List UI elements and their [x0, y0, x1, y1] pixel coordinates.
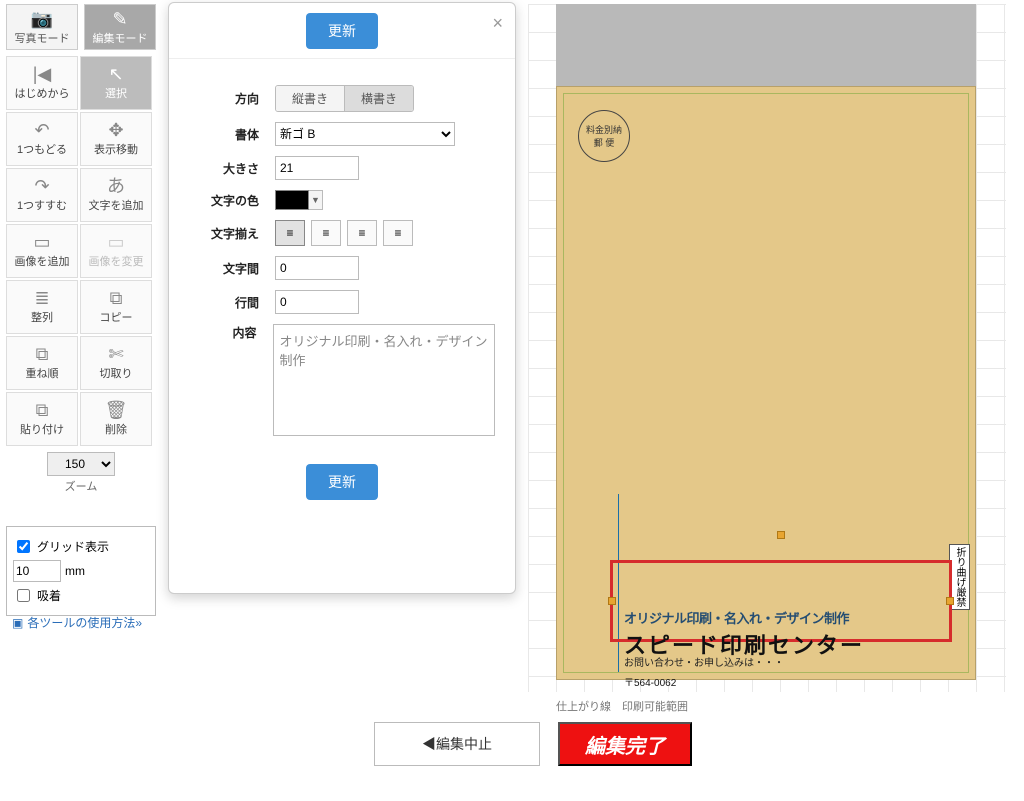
- color-label: 文字の色: [189, 192, 259, 209]
- left-toolbar: |◀はじめから ↖選択 ↶1つもどる ✥表示移動 ↷1つすすむ あ文字を追加 ▭…: [6, 56, 156, 494]
- zoom-select[interactable]: 150: [47, 452, 115, 476]
- update-button-bottom[interactable]: 更新: [306, 464, 378, 500]
- grid-toggle-label: グリッド表示: [37, 538, 109, 555]
- book-icon: ▣: [12, 616, 23, 630]
- tool-copy[interactable]: ⧉コピー: [80, 280, 152, 334]
- restart-icon: |◀: [33, 65, 52, 83]
- font-label: 書体: [189, 126, 259, 143]
- vertical-writing-button[interactable]: 縦書き: [276, 86, 345, 111]
- tool-restart[interactable]: |◀はじめから: [6, 56, 78, 110]
- align-icon: ≣: [34, 289, 49, 307]
- tool-align[interactable]: ≣整列: [6, 280, 78, 334]
- letter-spacing-input[interactable]: [275, 256, 359, 280]
- layer-icon: ⧉: [36, 345, 49, 363]
- tool-paste[interactable]: ⧉貼り付け: [6, 392, 78, 446]
- move-icon: ✥: [108, 121, 123, 139]
- snap-toggle-label: 吸着: [37, 587, 61, 604]
- canvas-footnote: 仕上がり線 印刷可能範囲: [556, 698, 688, 714]
- grid-size-input[interactable]: [13, 560, 61, 582]
- horizontal-writing-button[interactable]: 横書き: [345, 86, 413, 111]
- tool-undo[interactable]: ↶1つもどる: [6, 112, 78, 166]
- align-left-button[interactable]: ≡: [275, 220, 305, 246]
- letter-spacing-label: 文字間: [189, 260, 259, 277]
- edit-mode-tab[interactable]: ✎ 編集モード: [84, 4, 156, 50]
- tool-add-text[interactable]: あ文字を追加: [80, 168, 152, 222]
- line-spacing-label: 行間: [189, 294, 259, 311]
- snap-toggle[interactable]: [17, 589, 30, 602]
- chevron-down-icon[interactable]: ▼: [309, 190, 323, 210]
- text-icon: あ: [107, 177, 125, 195]
- tool-delete[interactable]: 🗑削除: [80, 392, 152, 446]
- camera-icon: 📷: [31, 9, 53, 30]
- photo-mode-label: 写真モード: [15, 30, 70, 46]
- paste-icon: ⧉: [36, 401, 49, 419]
- image-swap-icon: ▭: [107, 233, 124, 251]
- envelope-note-text[interactable]: お問い合わせ・お申し込みは・・・: [624, 654, 784, 669]
- rotate-handle[interactable]: [777, 531, 785, 539]
- font-select[interactable]: 新ゴ B: [275, 122, 455, 146]
- tool-add-image[interactable]: ▭画像を追加: [6, 224, 78, 278]
- postage-stamp[interactable]: 料金別納 郵 便: [578, 110, 630, 162]
- align-label: 文字揃え: [189, 225, 259, 242]
- color-swatch[interactable]: [275, 190, 309, 210]
- display-options: グリッド表示 mm 吸着: [6, 526, 156, 616]
- size-input[interactable]: [275, 156, 359, 180]
- content-textarea[interactable]: [273, 324, 495, 436]
- design-canvas[interactable]: 料金別納 郵 便 折り曲げ厳禁 オリジナル印刷・名入れ・デザイン制作 スピード印…: [528, 4, 1006, 692]
- text-properties-panel: 更新 × 方向 縦書き 横書き 書体 新ゴ B 大きさ 文字の色 ▼ 文字揃え …: [168, 2, 516, 594]
- undo-icon: ↶: [34, 121, 49, 139]
- tool-change-image[interactable]: ▭画像を変更: [80, 224, 152, 278]
- tool-pan[interactable]: ✥表示移動: [80, 112, 152, 166]
- complete-edit-button[interactable]: 編集完了: [558, 722, 692, 766]
- grid-unit-label: mm: [65, 564, 85, 578]
- size-label: 大きさ: [189, 160, 259, 177]
- help-link[interactable]: ▣各ツールの使用方法»: [12, 614, 142, 631]
- redo-icon: ↷: [34, 177, 49, 195]
- line-spacing-input[interactable]: [275, 290, 359, 314]
- tool-layer[interactable]: ⧉重ね順: [6, 336, 78, 390]
- image-icon: ▭: [33, 233, 50, 251]
- close-icon[interactable]: ×: [492, 13, 503, 34]
- envelope-address-block[interactable]: 〒564-0062: [624, 676, 676, 691]
- align-right-button[interactable]: ≡: [347, 220, 377, 246]
- content-label: 内容: [189, 324, 257, 341]
- resize-handle-e[interactable]: [946, 597, 954, 605]
- cancel-edit-button[interactable]: ◀編集中止: [374, 722, 540, 766]
- envelope-subline-text[interactable]: オリジナル印刷・名入れ・デザイン制作: [624, 608, 849, 627]
- photo-mode-tab[interactable]: 📷 写真モード: [6, 4, 78, 50]
- update-button-top[interactable]: 更新: [306, 13, 378, 49]
- pencil-icon: ✎: [112, 9, 127, 30]
- cursor-icon: ↖: [108, 65, 123, 83]
- edit-mode-label: 編集モード: [93, 30, 148, 46]
- zoom-label: ズーム: [65, 478, 98, 494]
- trash-icon: 🗑: [105, 401, 128, 419]
- envelope-flap: [556, 4, 976, 86]
- scissors-icon: ✄: [108, 345, 123, 363]
- tool-redo[interactable]: ↷1つすすむ: [6, 168, 78, 222]
- resize-handle-w[interactable]: [608, 597, 616, 605]
- tool-cut[interactable]: ✄切取り: [80, 336, 152, 390]
- copy-icon: ⧉: [110, 289, 123, 307]
- direction-label: 方向: [189, 90, 259, 107]
- tool-select[interactable]: ↖選択: [80, 56, 152, 110]
- grid-toggle[interactable]: [17, 540, 30, 553]
- align-center-button[interactable]: ≡: [311, 220, 341, 246]
- align-justify-button[interactable]: ≡: [383, 220, 413, 246]
